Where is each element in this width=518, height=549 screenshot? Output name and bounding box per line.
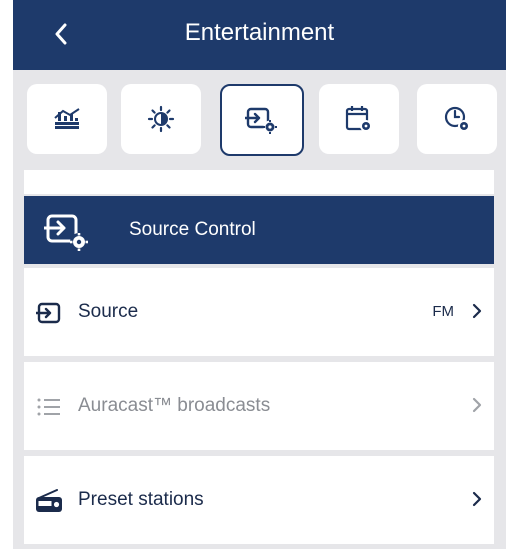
page-title: Entertainment	[184, 19, 335, 46]
chevron-right-icon	[472, 303, 482, 319]
source-settings-icon	[245, 107, 277, 134]
tab-source-settings[interactable]	[220, 84, 304, 156]
calendar-settings-icon	[345, 106, 372, 132]
tab-brightness[interactable]	[121, 84, 201, 154]
auracast-row[interactable]: Auracast™ broadcasts	[24, 362, 494, 450]
tab-equalizer[interactable]	[27, 84, 107, 154]
tab-timer-settings[interactable]	[417, 84, 497, 154]
equalizer-icon	[54, 108, 80, 129]
list-icon	[37, 398, 60, 416]
chevron-right-icon	[472, 491, 482, 507]
content-top-strip	[24, 170, 494, 194]
source-input-icon	[36, 302, 61, 324]
source-label: Source	[78, 301, 139, 322]
source-row[interactable]: Source FM	[24, 268, 494, 356]
tab-schedule-settings[interactable]	[319, 84, 399, 154]
section-header: Source Control	[24, 196, 494, 264]
preset-stations-label: Preset stations	[78, 489, 204, 510]
brightness-icon	[147, 105, 175, 133]
preset-stations-row[interactable]: Preset stations	[24, 456, 494, 544]
chevron-right-icon	[472, 397, 482, 413]
section-title: Source Control	[129, 219, 256, 240]
radio-icon	[36, 489, 62, 512]
clock-settings-icon	[444, 106, 470, 132]
auracast-label: Auracast™ broadcasts	[78, 395, 271, 416]
app-frame: Entertainment Source Control Source FM A…	[13, 0, 506, 549]
source-value: FM	[432, 303, 454, 320]
tab-bar	[13, 70, 506, 174]
source-settings-icon	[44, 214, 88, 251]
app-header: Entertainment	[13, 0, 506, 70]
